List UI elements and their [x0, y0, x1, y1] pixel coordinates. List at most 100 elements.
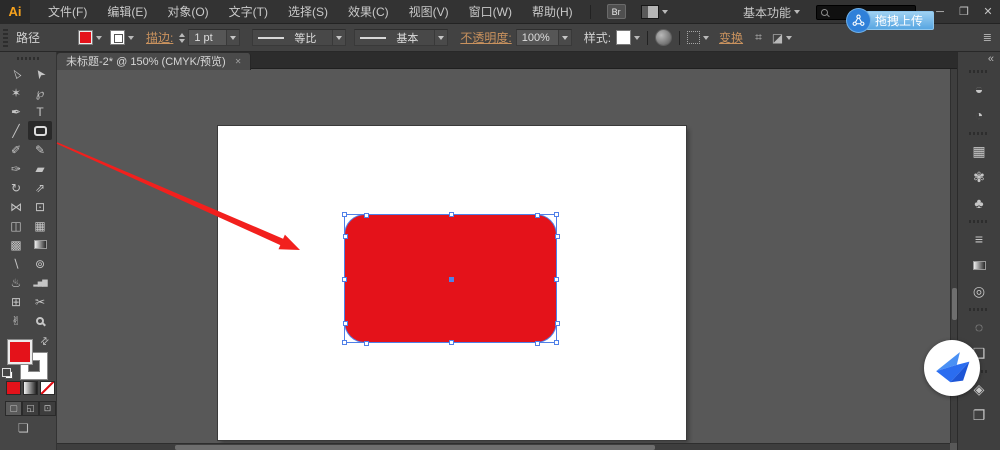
maximize-button[interactable]: ❐ [952, 1, 976, 23]
align-artboard-icon[interactable]: ⌗ [755, 30, 762, 45]
stroke-color-dropdown[interactable] [110, 30, 135, 45]
gradient-button[interactable] [23, 381, 38, 395]
bird-app-logo[interactable] [924, 340, 980, 396]
recolor-artwork-icon[interactable] [655, 29, 673, 46]
stroke-weight-stepper[interactable] [179, 32, 186, 43]
anchor-point[interactable] [535, 213, 540, 218]
panel-artboards[interactable]: ❐ [961, 402, 997, 428]
draw-inside-button[interactable]: ⊡ [39, 401, 56, 416]
document-tab[interactable]: 未标题-2* @ 150% (CMYK/预览) ✕ [57, 52, 252, 70]
menu-window[interactable]: 窗口(W) [459, 0, 522, 24]
horizontal-scrollbar[interactable] [57, 443, 950, 450]
none-button[interactable] [40, 381, 55, 395]
brush-definition-select[interactable]: 基本 [354, 29, 449, 46]
zoom-tool[interactable] [28, 311, 52, 330]
blob-brush-tool[interactable]: ✑ [4, 159, 28, 178]
menu-type[interactable]: 文字(T) [219, 0, 278, 24]
align-objects-dropdown[interactable] [687, 31, 710, 44]
panel-stroke[interactable]: ≡ [961, 226, 997, 252]
opacity-panel-link[interactable]: 不透明度: [460, 29, 511, 46]
drag-upload-button[interactable]: 拖拽上传 [847, 9, 935, 32]
anchor-point[interactable] [555, 321, 560, 326]
selection-tool[interactable]: ▻ [4, 64, 28, 83]
width-profile-select[interactable]: 等比 [252, 29, 347, 46]
stroke-swatch[interactable] [110, 30, 126, 45]
pen-tool[interactable]: ✒ [4, 102, 28, 121]
swap-fill-stroke-icon[interactable]: ⇄ [38, 335, 52, 349]
panel-brushes[interactable]: ✾ [961, 164, 997, 190]
style-swatch[interactable] [616, 30, 632, 45]
direct-selection-tool[interactable]: ➤ [28, 64, 52, 83]
anchor-point[interactable] [343, 234, 348, 239]
default-fill-stroke-icon[interactable] [2, 368, 13, 379]
scale-tool[interactable]: ⇗ [28, 178, 52, 197]
step-up-icon[interactable] [179, 32, 186, 37]
draw-behind-button[interactable]: ◱ [22, 401, 39, 416]
panel-gradient[interactable] [961, 252, 997, 278]
panel-symbols[interactable]: ♣ [961, 190, 997, 216]
symbol-sprayer-tool[interactable]: ♨ [4, 273, 28, 292]
horizontal-scrollbar-thumb[interactable] [175, 445, 655, 450]
panel-grip[interactable] [969, 220, 989, 223]
hand-tool[interactable]: ✌ [4, 311, 28, 330]
paintbrush-tool[interactable]: ✐ [4, 140, 28, 159]
slice-tool[interactable]: ✂ [28, 292, 52, 311]
screen-mode-button[interactable]: ❏ [18, 421, 29, 435]
width-profile-dropdown[interactable] [332, 30, 346, 45]
panel-grip[interactable] [969, 132, 989, 135]
stroke-weight-dropdown[interactable] [226, 30, 240, 45]
panel-transparency[interactable]: ◎ [961, 278, 997, 304]
tab-close-icon[interactable]: ✕ [235, 57, 242, 66]
style-dropdown[interactable] [616, 30, 641, 45]
draw-normal-button[interactable]: ▢ [5, 401, 22, 416]
pencil-tool[interactable]: ✎ [28, 140, 52, 159]
panel-color[interactable]: ◒ [961, 76, 997, 102]
transform-panel-link[interactable]: 变换 [719, 29, 743, 46]
perspective-grid-tool[interactable]: ▦ [28, 216, 52, 235]
handle-top-left[interactable] [342, 212, 347, 217]
panel-grip[interactable] [3, 28, 8, 47]
eyedropper-tool[interactable]: ∖ [4, 254, 28, 273]
panel-appearance[interactable]: ◌ [961, 314, 997, 340]
handle-top-right[interactable] [554, 212, 559, 217]
free-transform-tool[interactable]: ⊡ [28, 197, 52, 216]
menu-help[interactable]: 帮助(H) [522, 0, 583, 24]
panel-grip[interactable] [969, 308, 989, 311]
expand-panels-icon[interactable]: « [958, 52, 1000, 66]
anchor-point[interactable] [555, 234, 560, 239]
menu-effect[interactable]: 效果(C) [338, 0, 399, 24]
arrange-documents-icon[interactable] [640, 4, 659, 19]
shape-builder-tool[interactable]: ◫ [4, 216, 28, 235]
anchor-point[interactable] [364, 341, 369, 346]
panel-color-guide[interactable]: ◔ [961, 102, 997, 128]
workspace-switcher[interactable]: 基本功能 [743, 4, 800, 21]
eraser-tool[interactable]: ▰ [28, 159, 52, 178]
handle-bottom-center[interactable] [449, 340, 454, 345]
handle-bottom-right[interactable] [554, 340, 559, 345]
collapse-controlbar-icon[interactable]: ≣ [983, 31, 992, 44]
gradient-tool[interactable] [28, 235, 52, 254]
fill-color-dropdown[interactable] [78, 30, 103, 45]
anchor-point[interactable] [343, 321, 348, 326]
anchor-point[interactable] [364, 213, 369, 218]
stroke-weight-field[interactable]: 1 pt [188, 29, 241, 46]
chevron-down-icon[interactable] [661, 9, 668, 14]
width-tool[interactable]: ⋈ [4, 197, 28, 216]
panel-grip[interactable] [17, 57, 39, 60]
line-segment-tool[interactable]: ╱ [4, 121, 28, 140]
lasso-tool[interactable]: ℘ [28, 83, 52, 102]
menu-view[interactable]: 视图(V) [399, 0, 459, 24]
arrange-dropdown[interactable]: ◪ [772, 31, 793, 45]
menu-object[interactable]: 对象(O) [157, 0, 218, 24]
fill-proxy-swatch[interactable] [7, 339, 33, 365]
handle-bottom-left[interactable] [342, 340, 347, 345]
canvas-area[interactable] [57, 69, 957, 450]
type-tool[interactable]: T [28, 102, 52, 121]
brush-definition-dropdown[interactable] [434, 30, 448, 45]
rotate-tool[interactable]: ↻ [4, 178, 28, 197]
panel-grip[interactable] [969, 70, 989, 73]
opacity-field[interactable]: 100% [515, 29, 572, 46]
artboard-tool[interactable]: ⊞ [4, 292, 28, 311]
opacity-dropdown[interactable] [557, 30, 571, 45]
magic-wand-tool[interactable]: ✶ [4, 83, 28, 102]
